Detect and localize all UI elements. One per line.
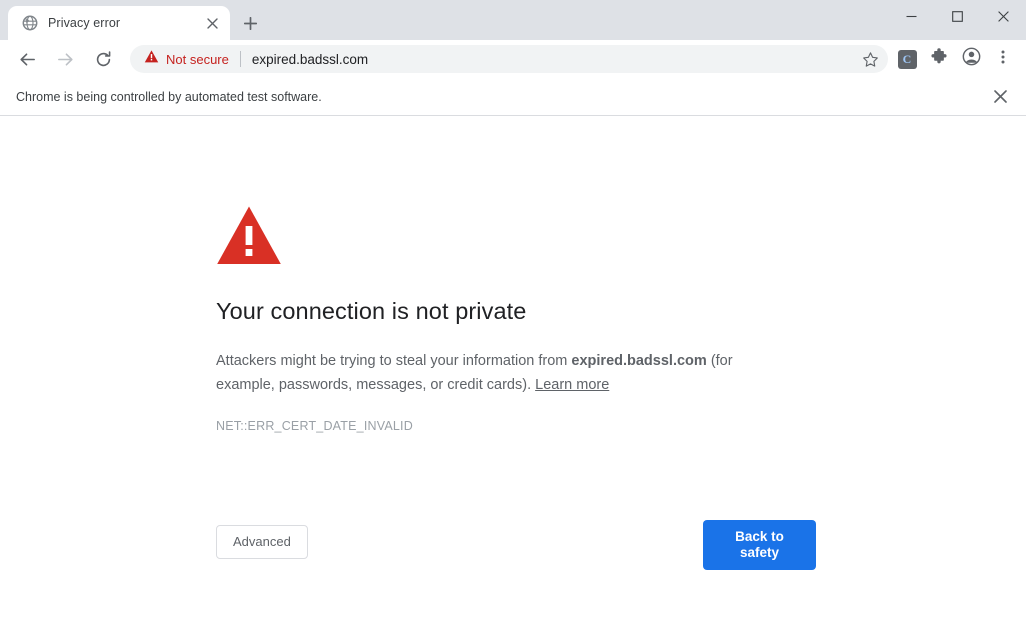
automation-message: Chrome is being controlled by automated … xyxy=(16,89,322,104)
error-description-prefix: Attackers might be trying to steal your … xyxy=(216,353,572,369)
address-bar[interactable]: Not secure expired.badssl.com xyxy=(130,45,888,73)
browser-toolbar: Not secure expired.badssl.com C xyxy=(0,40,1026,78)
error-domain: expired.badssl.com xyxy=(571,353,707,369)
back-to-safety-button[interactable]: Back to safety xyxy=(703,520,816,571)
security-status[interactable]: Not secure xyxy=(144,49,229,69)
extension-c-icon: C xyxy=(897,49,917,69)
extension-badge-button[interactable]: C xyxy=(892,44,922,74)
reload-button[interactable] xyxy=(89,45,117,73)
browser-tab[interactable]: Privacy error xyxy=(8,6,230,40)
infobar-close-icon[interactable] xyxy=(988,85,1012,109)
tab-close-icon[interactable] xyxy=(202,13,222,33)
learn-more-link[interactable]: Learn more xyxy=(535,377,609,393)
browser-window: Privacy error Not secure expired.badssl.… xyxy=(0,0,1026,639)
back-button[interactable] xyxy=(13,45,41,73)
extensions-button[interactable] xyxy=(924,44,954,74)
account-avatar-icon xyxy=(962,47,981,71)
page-title: Your connection is not private xyxy=(216,298,527,324)
puzzle-piece-icon xyxy=(930,47,948,71)
interstitial-button-row: Advanced Back to safety xyxy=(216,520,816,571)
omnibox-divider xyxy=(239,51,241,67)
tab-title: Privacy error xyxy=(48,16,121,30)
three-dot-menu-icon xyxy=(995,49,1011,70)
not-secure-label: Not secure xyxy=(166,51,229,67)
advanced-button[interactable]: Advanced xyxy=(216,525,308,559)
close-button[interactable] xyxy=(980,0,1026,32)
globe-icon xyxy=(22,15,38,31)
page-content: Your connection is not private Attackers… xyxy=(0,116,1026,639)
browser-menu-button[interactable] xyxy=(988,44,1018,74)
error-description: Attackers might be trying to steal your … xyxy=(216,349,761,397)
tab-strip: Privacy error xyxy=(0,0,1026,40)
automation-infobar: Chrome is being controlled by automated … xyxy=(0,78,1026,116)
minimize-button[interactable] xyxy=(888,0,934,32)
window-controls xyxy=(888,0,1026,32)
forward-button[interactable] xyxy=(51,45,79,73)
maximize-button[interactable] xyxy=(934,0,980,32)
red-warning-triangle-icon xyxy=(216,205,816,272)
error-code: NET::ERR_CERT_DATE_INVALID xyxy=(216,419,413,433)
profile-button[interactable] xyxy=(956,44,986,74)
star-icon[interactable] xyxy=(857,46,883,72)
new-tab-button[interactable] xyxy=(236,9,264,37)
warning-triangle-icon xyxy=(144,49,159,69)
ssl-interstitial: Your connection is not private Attackers… xyxy=(216,205,816,433)
url-text[interactable]: expired.badssl.com xyxy=(252,52,857,67)
